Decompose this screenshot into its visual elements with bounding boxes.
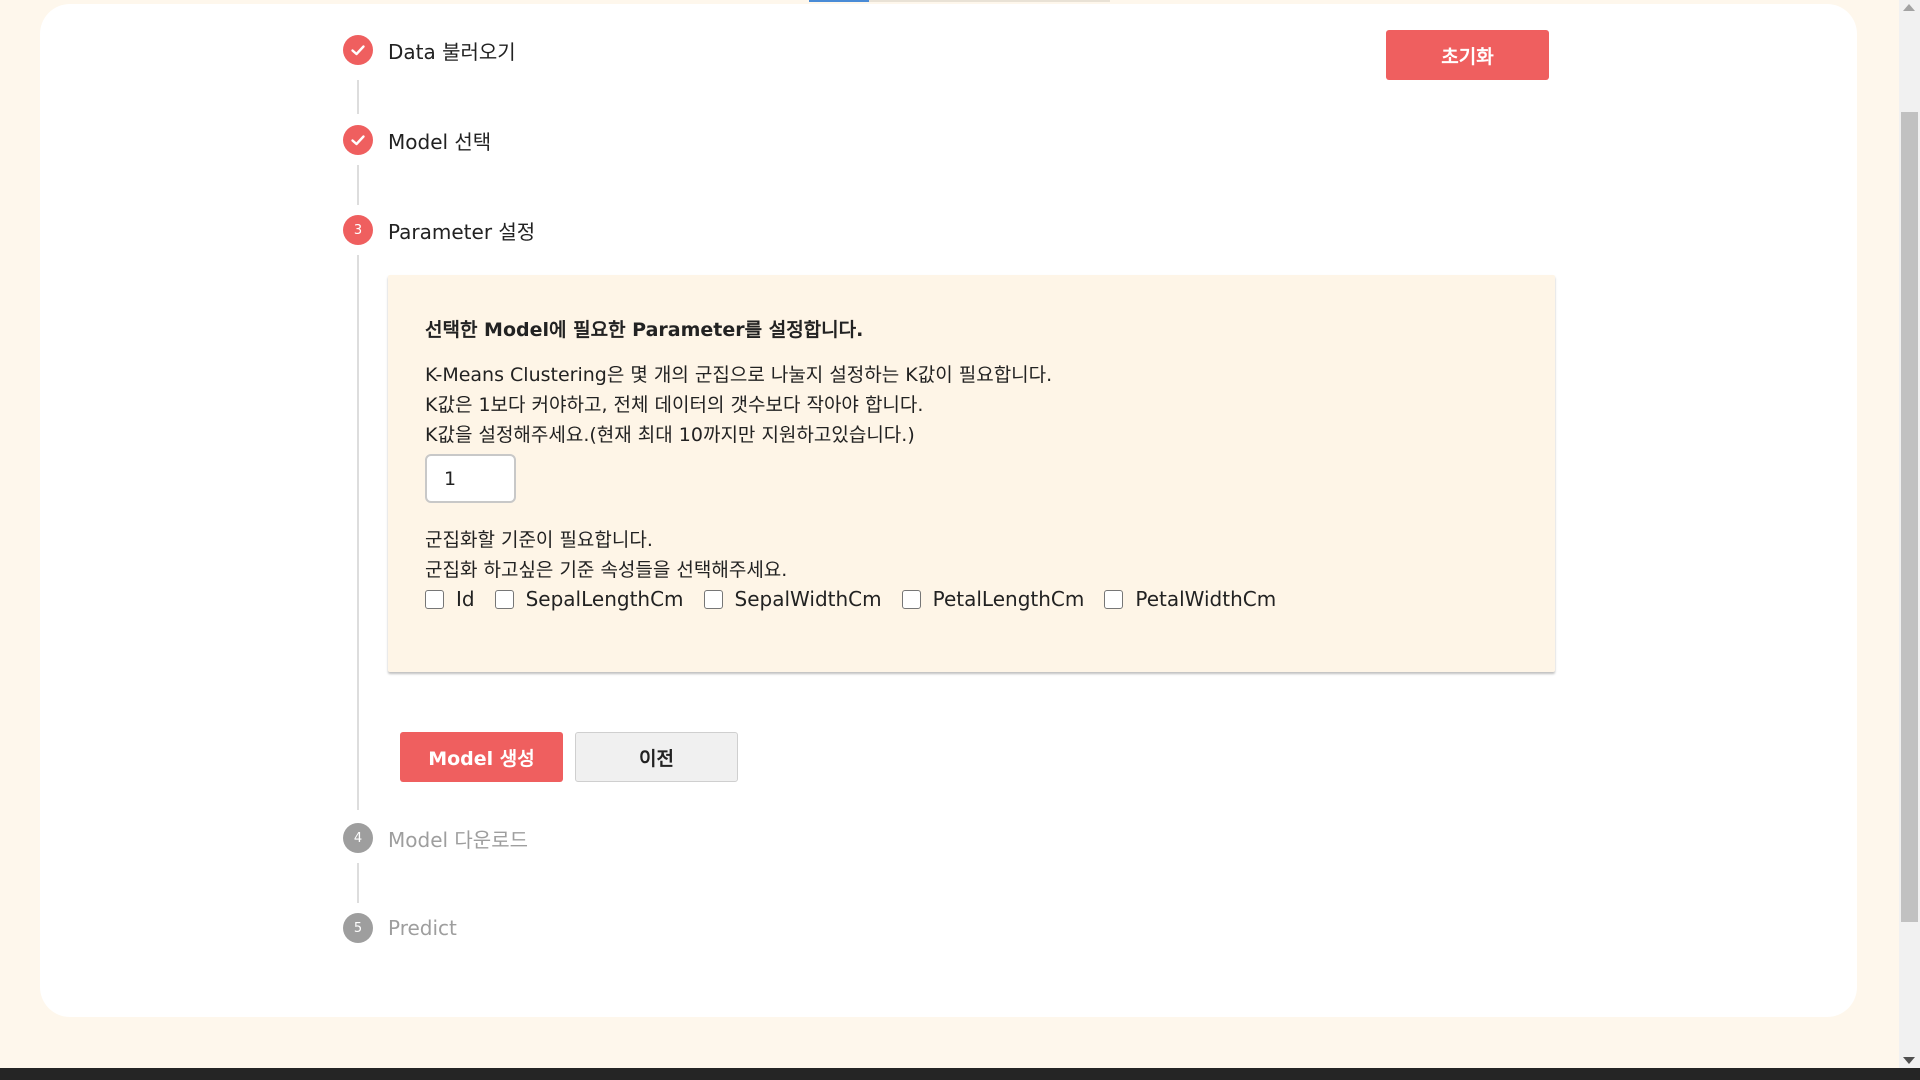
checkbox[interactable]: [425, 589, 444, 609]
scrollbar-thumb[interactable]: [1901, 112, 1918, 922]
checkbox[interactable]: [703, 589, 723, 609]
create-model-button[interactable]: Model 생성: [400, 732, 563, 782]
scroll-up-arrow-icon[interactable]: [1903, 4, 1915, 11]
criteria-description-line: 군집화 하고싶은 기준 속성들을 선택해주세요.: [425, 559, 788, 581]
attribute-option-id[interactable]: Id: [425, 587, 475, 611]
step-connector: [357, 255, 359, 810]
step-model-download: 4 Model 다운로드: [343, 823, 528, 853]
active-tab-indicator: [809, 0, 869, 2]
checkbox-label: PetalWidthCm: [1135, 587, 1277, 611]
k-description-line: K값을 설정해주세요.(현재 최대 10까지만 지원하고있습니다.): [425, 424, 915, 446]
attribute-option-petal-width[interactable]: PetalWidthCm: [1104, 587, 1276, 611]
tab-indicator-track: [869, 0, 1110, 2]
k-description-line: K값은 1보다 커야하고, 전체 데이터의 갯수보다 작아야 합니다.: [425, 394, 924, 416]
checkbox-label: Id: [456, 587, 475, 611]
criteria-description-line: 군집화할 기준이 필요합니다.: [425, 529, 653, 551]
check-icon: [343, 125, 373, 155]
step-number-badge: 4: [343, 823, 373, 853]
panel-heading: 선택한 Model에 필요한 Parameter를 설정합니다.: [425, 319, 864, 341]
attribute-option-sepal-length[interactable]: SepalLengthCm: [494, 587, 684, 611]
step-connector: [357, 165, 359, 205]
checkbox[interactable]: [1104, 589, 1124, 609]
k-description-line: K-Means Clustering은 몇 개의 군집으로 나눌지 설정하는 K…: [425, 364, 1053, 386]
checkbox[interactable]: [901, 589, 921, 609]
checkbox-label: PetalLengthCm: [932, 587, 1085, 611]
step-parameter-setting: 3 Parameter 설정: [343, 215, 535, 245]
step-connector: [357, 863, 359, 903]
step-label: Parameter 설정: [388, 219, 536, 244]
reset-button[interactable]: 초기화: [1386, 30, 1549, 80]
attribute-checkbox-group: Id SepalLengthCm SepalWidthCm PetalLengt…: [425, 587, 1296, 611]
check-icon: [343, 35, 373, 65]
scroll-down-arrow-icon[interactable]: [1903, 1057, 1915, 1064]
previous-button[interactable]: 이전: [575, 732, 738, 782]
step-data-load: Data 불러오기: [343, 35, 516, 65]
step-label: Model 선택: [388, 129, 492, 154]
step-label: Data 불러오기: [388, 39, 516, 64]
step-number-badge: 5: [343, 913, 373, 943]
checkbox[interactable]: [494, 589, 514, 609]
checkbox-label: SepalLengthCm: [525, 587, 684, 611]
step-label: Model 다운로드: [388, 827, 529, 852]
step-number-badge: 3: [343, 215, 373, 245]
attribute-option-sepal-width[interactable]: SepalWidthCm: [703, 587, 882, 611]
footer-bar: [0, 1068, 1920, 1080]
k-value-input[interactable]: [425, 454, 516, 503]
parameter-panel: 선택한 Model에 필요한 Parameter를 설정합니다. K-Means…: [388, 275, 1555, 672]
step-connector: [357, 80, 359, 114]
checkbox-label: SepalWidthCm: [734, 587, 882, 611]
step-model-select: Model 선택: [343, 125, 491, 155]
step-predict: 5 Predict: [343, 913, 457, 943]
attribute-option-petal-length[interactable]: PetalLengthCm: [901, 587, 1085, 611]
step-label: Predict: [388, 916, 457, 940]
